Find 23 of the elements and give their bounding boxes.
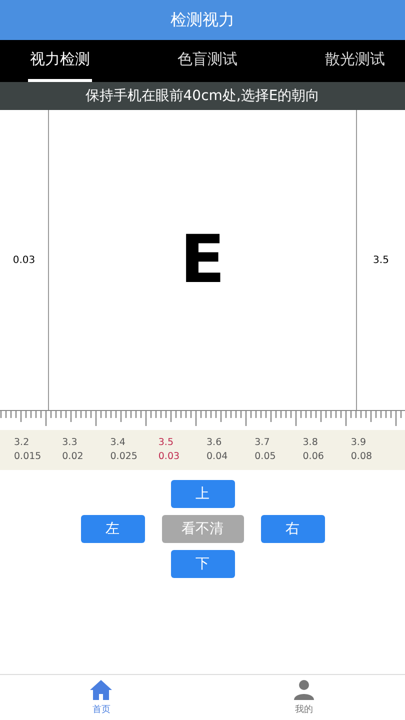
house-icon	[89, 679, 114, 701]
right-button[interactable]: 右	[260, 515, 324, 543]
tab[interactable]: 色盲测试	[176, 40, 240, 82]
nav-item[interactable]: 首页	[0, 675, 202, 720]
left-button[interactable]: 左	[80, 515, 144, 543]
scale-item[interactable]: 3.4 0.025	[110, 430, 158, 470]
instruction-text: 保持手机在眼前40cm处,选择E的朝向	[85, 87, 320, 105]
nav-item[interactable]: 我的	[202, 675, 405, 720]
scale-item[interactable]: 3.6 0.04	[206, 430, 255, 470]
scale-item[interactable]: 3.2 0.015	[14, 430, 62, 470]
scale-item[interactable]: 3.5 0.03	[158, 430, 206, 470]
scale-item[interactable]: 3.3 0.02	[62, 430, 110, 470]
down-button[interactable]: 下	[170, 550, 234, 578]
acuity-label: 0.03	[12, 254, 36, 266]
optotype: E	[180, 227, 226, 293]
tab[interactable]: 散光测试	[323, 40, 387, 82]
up-button[interactable]: 上	[170, 480, 234, 508]
person-icon	[292, 679, 316, 701]
scale-item[interactable]: 3.7 0.05	[254, 430, 303, 470]
score-label: 3.5	[373, 254, 389, 266]
page-title: 检测视力	[170, 10, 234, 30]
scale-item[interactable]: 3.8 0.06	[302, 430, 351, 470]
scale-item[interactable]: 3.9 0.08	[350, 430, 399, 470]
